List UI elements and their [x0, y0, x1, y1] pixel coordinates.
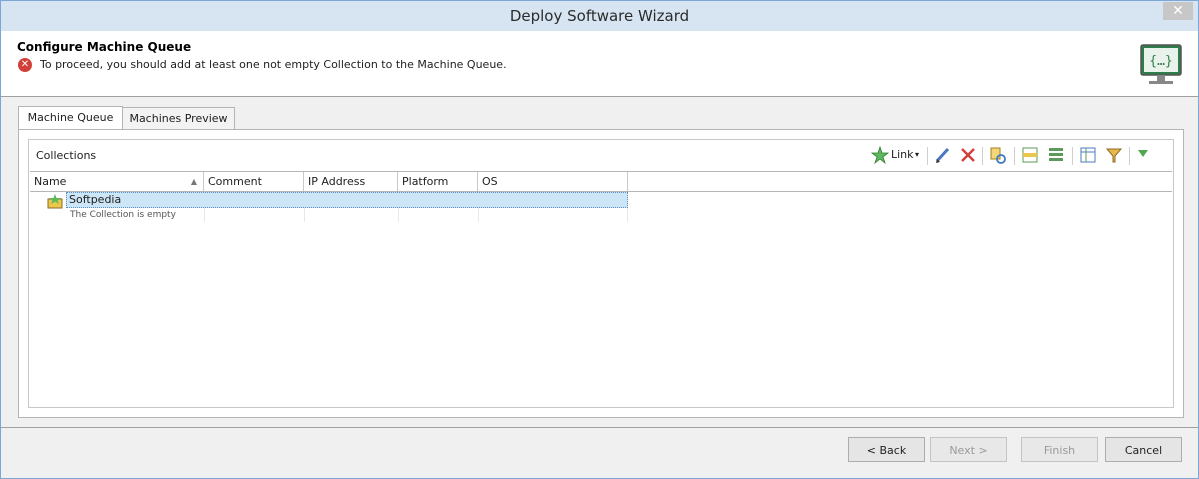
table-row[interactable] — [66, 192, 628, 208]
list-rows-icon[interactable] — [1047, 145, 1065, 165]
filter-funnel-icon[interactable] — [1105, 145, 1123, 165]
collection-icon — [47, 194, 63, 209]
wizard-header: Configure Machine Queue ✕ To proceed, yo… — [1, 31, 1198, 97]
error-message: To proceed, you should add at least one … — [40, 58, 507, 71]
next-button[interactable]: Next > — [930, 437, 1007, 462]
wizard-window: Deploy Software Wizard ✕ Configure Machi… — [0, 0, 1199, 479]
tab-machine-queue[interactable]: Machine Queue — [18, 106, 123, 131]
collections-title: Collections — [36, 149, 97, 162]
row-subtext: The Collection is empty — [70, 210, 176, 220]
grid-header: Name ▲ Comment IP Address Platform OS — [30, 172, 1172, 192]
collections-toolbar: Link ▾ — [869, 145, 1169, 167]
title-bar: Deploy Software Wizard ✕ — [1, 1, 1198, 31]
page-title: Configure Machine Queue — [17, 40, 192, 54]
error-icon: ✕ — [18, 58, 32, 72]
refresh-copy-icon[interactable] — [989, 145, 1007, 165]
column-header-comment[interactable]: Comment — [204, 172, 304, 191]
window-title: Deploy Software Wizard — [509, 7, 690, 25]
cancel-button[interactable]: Cancel — [1105, 437, 1182, 462]
table-columns-icon[interactable] — [1079, 145, 1097, 165]
footer-divider — [1, 427, 1198, 428]
collections-group: Collections Link ▾ Name ▲ Comment IP Add… — [28, 139, 1174, 408]
link-star-icon[interactable] — [871, 145, 889, 165]
delete-x-icon[interactable] — [959, 145, 977, 165]
tab-machines-preview[interactable]: Machines Preview — [122, 107, 235, 130]
expand-triangle-icon[interactable] — [1135, 145, 1151, 165]
back-button[interactable]: < Back — [848, 437, 925, 462]
column-header-platform[interactable]: Platform — [398, 172, 478, 191]
row-name: Softpedia — [69, 193, 122, 206]
close-button[interactable]: ✕ — [1163, 2, 1193, 20]
collections-grid: Name ▲ Comment IP Address Platform OS So… — [30, 171, 1172, 407]
column-header-os[interactable]: OS — [478, 172, 628, 191]
group-rows-icon[interactable] — [1021, 145, 1039, 165]
column-header-name[interactable]: Name ▲ — [30, 172, 204, 191]
link-button[interactable]: Link — [891, 145, 914, 165]
edit-pencil-icon[interactable] — [934, 145, 952, 165]
sort-ascending-icon: ▲ — [190, 177, 197, 186]
svg-text:{…}: {…} — [1149, 54, 1172, 69]
tab-panel: Collections Link ▾ Name ▲ Comment IP Add… — [18, 129, 1184, 418]
chevron-down-icon[interactable]: ▾ — [915, 145, 919, 165]
column-header-ip-address[interactable]: IP Address — [304, 172, 398, 191]
monitor-code-icon: {…} — [1140, 44, 1182, 84]
finish-button[interactable]: Finish — [1021, 437, 1098, 462]
